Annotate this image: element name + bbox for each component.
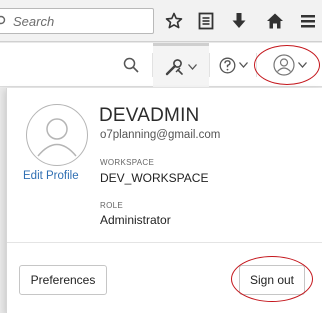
user-icon [273,54,295,76]
search-icon [0,15,6,25]
workspace-label: WORKSPACE [100,158,155,167]
downloads-button[interactable] [227,9,251,33]
menu-icon [301,15,315,28]
home-icon [267,13,283,29]
preferences-button[interactable]: Preferences [19,265,107,295]
header-divider [209,53,210,77]
footer-divider [7,242,322,243]
reading-list-icon [198,12,214,30]
tools-icon [165,58,183,75]
app-header [0,43,322,87]
sign-out-button[interactable]: Sign out [239,265,305,295]
avatar [26,104,88,166]
browser-toolbar [0,0,322,42]
browser-search-box[interactable] [0,8,154,34]
edit-profile-link[interactable]: Edit Profile [23,170,79,182]
search-icon [123,57,139,73]
overflow-menu-button[interactable] [296,9,320,33]
tools-menu-button[interactable] [153,43,209,87]
role-value: Administrator [100,213,171,227]
chevron-down-icon [298,62,307,68]
user-menu-button[interactable] [264,43,316,87]
chevron-down-icon [188,63,197,70]
user-silhouette-icon [37,118,77,157]
browser-search-input[interactable] [13,13,143,29]
star-icon [165,12,183,29]
role-label: ROLE [100,201,123,210]
user-email: o7planning@gmail.com [100,129,221,141]
header-divider [256,53,257,77]
chevron-down-icon [238,62,248,68]
home-button[interactable] [263,9,287,33]
user-profile-popup: Edit Profile DEVADMIN o7planning@gmail.c… [6,88,322,313]
reading-list-button[interactable] [194,9,218,33]
help-icon [219,57,235,73]
help-menu-button[interactable] [212,43,254,87]
header-search-button[interactable] [110,43,152,87]
username: DEVADMIN [99,105,200,126]
bookmark-star-button[interactable] [162,9,186,33]
download-icon [232,13,246,28]
workspace-value: DEV_WORKSPACE [100,171,209,185]
